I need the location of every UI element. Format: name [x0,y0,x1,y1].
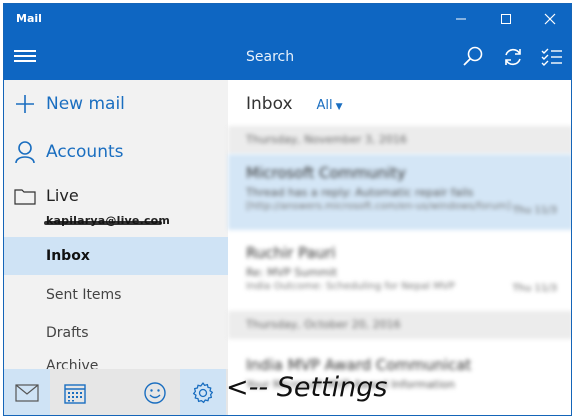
smiley-icon [144,382,166,404]
close-icon [544,13,555,25]
new-mail-button[interactable]: New mail [4,86,228,122]
list-header: Inbox All ▼ [246,94,343,114]
message-subject: Re: MVP Summit [246,266,338,279]
message-sender: Microsoft Community [246,164,406,182]
search-bar: Search [228,34,571,80]
plus-icon [4,94,46,114]
title-bar: Mail [4,4,571,34]
chevron-down-icon[interactable]: ▼ [336,102,343,112]
message-sender: Ruchir Pauri [246,244,336,262]
settings-button[interactable] [180,369,226,415]
calendar-switch-button[interactable] [52,369,98,415]
minimize-button[interactable] [438,4,483,34]
filter-dropdown[interactable]: All [317,98,333,113]
message-preview: India Outcome: Scheduling for Nepal MVP [246,281,455,292]
feedback-button[interactable] [132,369,178,415]
message-time: Thu 11/3 [512,205,557,216]
gear-icon [192,382,214,404]
hamburger-icon[interactable] [14,47,36,67]
folder-title: Inbox [246,94,293,114]
minimize-icon [455,18,466,20]
email-redaction [44,221,162,225]
calendar-icon [64,384,86,404]
bottom-bar [4,369,228,415]
settings-annotation: <-- Settings [226,372,388,403]
app-title: Mail [16,12,42,25]
date-separator: Thursday, October 20, 2016 [228,311,571,339]
navigation-pane: New mail Accounts Live kapilarya@live.co… [4,34,228,415]
message-preview: [http://answers.microsoft.com/en-us/wind… [246,201,511,212]
message-list-pane: Search Inbox All ▼ Thursday, November 3,… [228,34,571,415]
sync-icon[interactable] [502,46,524,68]
folder-inbox[interactable]: Inbox [4,237,228,275]
accounts-label: Accounts [46,142,124,162]
person-icon [4,140,46,164]
search-input[interactable]: Search [246,49,294,65]
folder-sent-items[interactable]: Sent Items [4,276,228,314]
search-icon[interactable] [462,46,484,68]
account-name: Live [46,186,79,205]
accounts-button[interactable]: Accounts [4,132,228,172]
maximize-button[interactable] [483,4,528,34]
select-mode-icon[interactable] [541,46,563,68]
maximize-icon [500,14,511,24]
mail-icon [15,384,39,402]
close-button[interactable] [527,4,571,34]
folder-icon [14,188,36,205]
folder-drafts[interactable]: Drafts [4,314,228,352]
message-item[interactable]: Microsoft Community Thread has a reply: … [228,154,571,230]
message-item[interactable]: Ruchir Pauri Re: MVP Summit India Outcom… [228,234,571,308]
date-separator: Thursday, November 3, 2016 [228,126,571,154]
new-mail-label: New mail [46,94,125,114]
mail-switch-button[interactable] [4,369,50,415]
nav-header [4,34,228,80]
mail-window: Mail New mail Accounts Live Inbox Sent I… [3,3,572,416]
account-live[interactable]: Live [14,186,79,205]
message-time: Thu 11/3 [512,283,557,294]
message-subject: Thread has a reply: Automatic repair fai… [246,186,474,199]
